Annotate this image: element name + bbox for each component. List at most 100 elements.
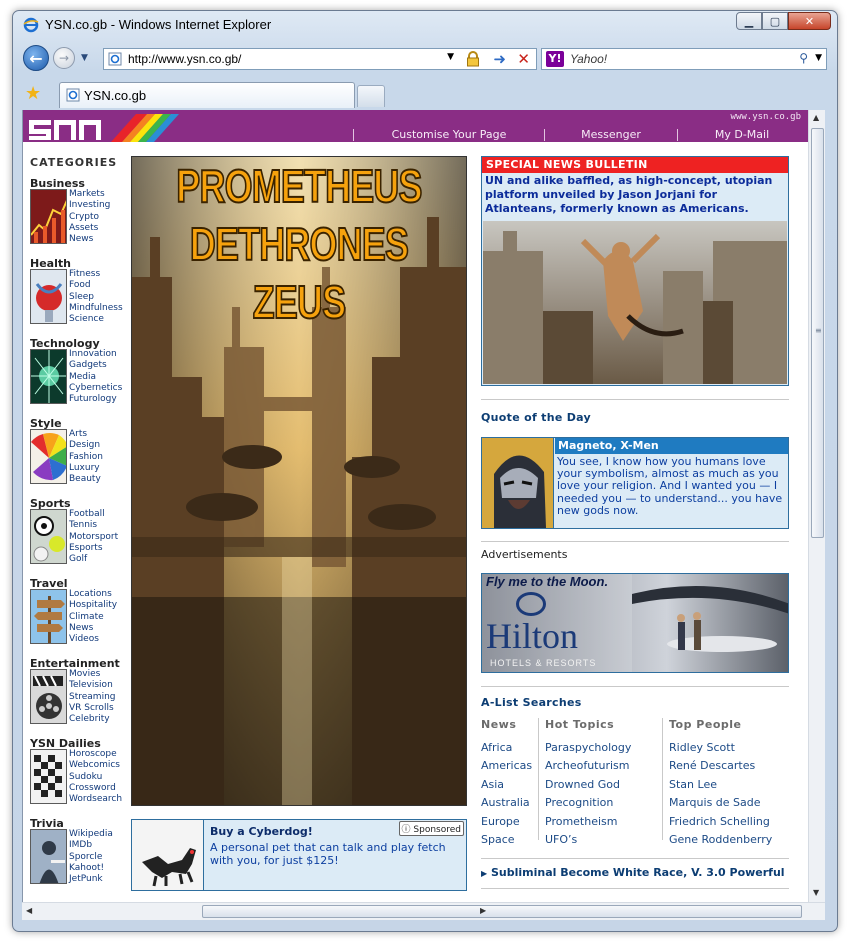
search-box[interactable]: Y! Yahoo! ⚲ ▼ (541, 48, 827, 70)
link-climate[interactable]: Climate (69, 612, 117, 623)
link-cybernetics[interactable]: Cybernetics (69, 383, 122, 394)
link-vr-scrolls[interactable]: VR Scrolls (69, 703, 115, 714)
link-crypto[interactable]: Crypto (69, 212, 110, 223)
link-television[interactable]: Television (69, 680, 115, 691)
search-link[interactable]: Friedrich Schelling (669, 813, 772, 831)
link-media[interactable]: Media (69, 372, 122, 383)
trivia-thumbnail[interactable] (30, 829, 67, 884)
link-horoscope[interactable]: Horoscope (69, 749, 122, 760)
technology-thumbnail[interactable] (30, 349, 67, 404)
lock-icon[interactable] (466, 51, 480, 67)
search-link[interactable]: Archeofuturism (545, 757, 631, 775)
search-link[interactable]: Africa (481, 739, 532, 757)
horizontal-scrollbar[interactable]: ◀ ▶ (22, 902, 825, 920)
link-sudoku[interactable]: Sudoku (69, 772, 122, 783)
link-crossword[interactable]: Crossword (69, 783, 122, 794)
magneto-image[interactable] (482, 438, 554, 528)
link-locations[interactable]: Locations (69, 589, 117, 600)
link-fashion[interactable]: Fashion (69, 452, 103, 463)
link-markets[interactable]: Markets (69, 189, 110, 200)
search-link[interactable]: Ridley Scott (669, 739, 772, 757)
sponsored-ad[interactable]: Buy a Cyberdog! A personal pet that can … (131, 819, 467, 891)
customise-page-link[interactable]: Customise Your Page (354, 128, 544, 141)
stop-icon[interactable]: ✕ (517, 50, 530, 68)
my-dmail-link[interactable]: My D-Mail (678, 128, 806, 141)
link-motorsport[interactable]: Motorsport (69, 532, 118, 543)
bulletin-image[interactable] (483, 221, 787, 384)
vertical-scrollbar[interactable]: ▲ ≡ ▼ (808, 110, 825, 902)
search-options-icon[interactable]: ▼ (815, 53, 822, 63)
search-link[interactable]: René Descartes (669, 757, 772, 775)
search-link[interactable]: Gene Roddenberry (669, 831, 772, 849)
alist-title[interactable]: A-List Searches (481, 696, 582, 709)
search-link[interactable]: Americas (481, 757, 532, 775)
bulletin-headline[interactable]: UN and alike baffled, as high-concept, u… (482, 173, 788, 216)
hero-feature[interactable]: PROMETHEUS DETHRONES ZEUS (131, 156, 467, 806)
search-link[interactable]: Europe (481, 813, 532, 831)
entertainment-thumbnail[interactable] (30, 669, 67, 724)
address-dropdown-icon[interactable]: ▼ (447, 52, 454, 62)
link-gadgets[interactable]: Gadgets (69, 360, 122, 371)
favorites-star-icon[interactable]: ★ (25, 83, 41, 104)
sports-thumbnail[interactable] (30, 509, 67, 564)
link-esports[interactable]: Esports (69, 543, 118, 554)
scroll-left-icon[interactable]: ◀ (26, 906, 32, 915)
messenger-link[interactable]: Messenger (545, 128, 677, 141)
search-link[interactable]: Precognition (545, 794, 631, 812)
hilton-ad[interactable]: Fly me to the Moon. Hilton HOTELS & RESO… (481, 573, 789, 673)
search-link[interactable]: Asia (481, 776, 532, 794)
link-investing[interactable]: Investing (69, 200, 110, 211)
link-business-news[interactable]: News (69, 234, 110, 245)
link-futurology[interactable]: Futurology (69, 394, 122, 405)
scroll-down-icon[interactable]: ▼ (813, 888, 819, 897)
dailies-thumbnail[interactable] (30, 749, 67, 804)
search-link[interactable]: UFO’s (545, 831, 631, 849)
link-streaming[interactable]: Streaming (69, 692, 115, 703)
quote-of-the-day[interactable]: Magneto, X-Men You see, I know how you h… (481, 437, 789, 529)
search-link[interactable]: Paraspychology (545, 739, 631, 757)
search-link[interactable]: Drowned God (545, 776, 631, 794)
link-assets[interactable]: Assets (69, 223, 110, 234)
search-link[interactable]: Australia (481, 794, 532, 812)
sponsored-title[interactable]: Buy a Cyberdog! (210, 825, 313, 838)
travel-thumbnail[interactable] (30, 589, 67, 644)
link-innovation[interactable]: Innovation (69, 349, 122, 360)
link-golf[interactable]: Golf (69, 554, 118, 565)
search-icon[interactable]: ⚲ (799, 51, 808, 65)
search-link[interactable]: Prometheism (545, 813, 631, 831)
search-link[interactable]: Space (481, 831, 532, 849)
scroll-up-icon[interactable]: ▲ (813, 113, 819, 122)
health-thumbnail[interactable] (30, 269, 67, 324)
go-arrow-icon[interactable]: ➜ (493, 50, 506, 68)
link-tennis[interactable]: Tennis (69, 520, 118, 531)
link-food[interactable]: Food (69, 280, 123, 291)
address-url[interactable]: http://www.ysn.co.gb/ (128, 52, 241, 66)
link-wordsearch[interactable]: Wordsearch (69, 794, 122, 805)
address-bar[interactable]: http://www.ysn.co.gb/ ▼ ➜ ✕ (103, 48, 537, 70)
quote-section-title[interactable]: Quote of the Day (481, 411, 591, 424)
link-design[interactable]: Design (69, 440, 103, 451)
scroll-right-icon[interactable]: ▶ (480, 906, 788, 915)
back-button[interactable]: ← (23, 45, 49, 71)
link-travel-news[interactable]: News (69, 623, 117, 634)
news-bulletin[interactable]: SPECIAL NEWS BULLETIN UN and alike baffl… (481, 156, 789, 386)
search-link[interactable]: Marquis de Sade (669, 794, 772, 812)
link-sporcle[interactable]: Sporcle (69, 852, 113, 863)
cyberdog-image[interactable] (132, 820, 204, 890)
subliminal-text[interactable]: Subliminal Become White Race, V. 3.0 Pow… (491, 866, 785, 879)
hero-headline[interactable]: PROMETHEUS DETHRONES ZEUS (169, 157, 430, 331)
link-arts[interactable]: Arts (69, 429, 103, 440)
search-input[interactable]: Yahoo! (570, 52, 607, 66)
search-link[interactable]: Stan Lee (669, 776, 772, 794)
link-science[interactable]: Science (69, 314, 123, 325)
ysn-logo[interactable] (29, 114, 179, 142)
link-celebrity[interactable]: Celebrity (69, 714, 115, 725)
link-webcomics[interactable]: Webcomics (69, 760, 122, 771)
link-imdb[interactable]: IMDb (69, 840, 113, 851)
link-fitness[interactable]: Fitness (69, 269, 123, 280)
close-button[interactable]: ✕ (788, 12, 831, 30)
link-videos[interactable]: Videos (69, 634, 117, 645)
link-mindfulness[interactable]: Mindfulness (69, 303, 123, 314)
link-kahoot[interactable]: Kahoot! (69, 863, 113, 874)
tab-ysn[interactable]: YSN.co.gb (59, 82, 355, 108)
